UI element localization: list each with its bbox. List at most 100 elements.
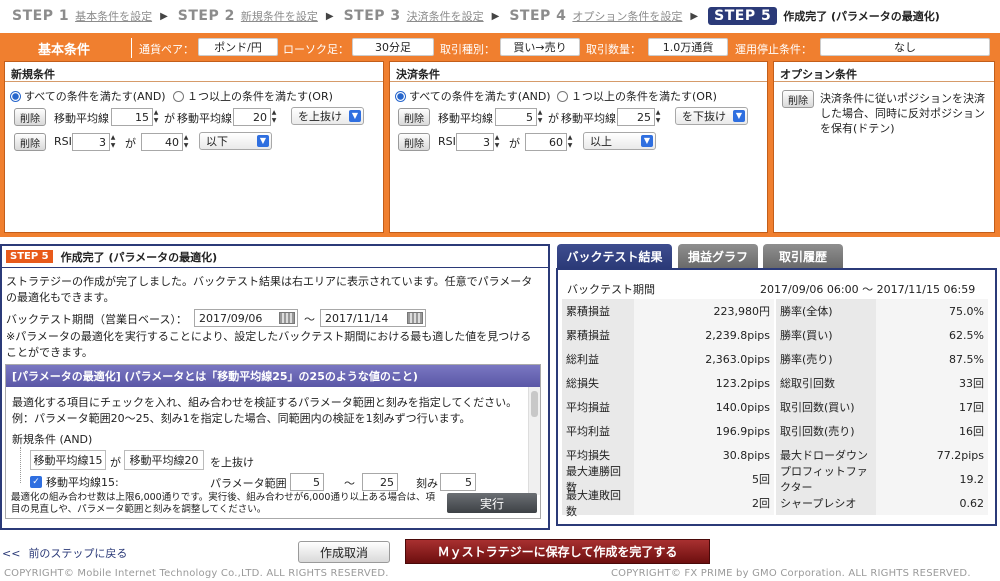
option-conditions-panel: オプション条件 bbox=[773, 61, 995, 233]
quantity-label: 取引数量： bbox=[586, 43, 641, 56]
quantity-value: 1.0万通貨 bbox=[648, 38, 728, 56]
currency-pair-value: ポンド/円 bbox=[198, 38, 278, 56]
tab-profit-graph[interactable]: 損益グラフ bbox=[678, 244, 758, 268]
spinner-icon[interactable]: ▲ ▼ bbox=[182, 134, 190, 150]
exit-row2-value1: 3 bbox=[483, 135, 490, 149]
result-value: 5回 bbox=[634, 467, 774, 491]
entry-row1-value1-input[interactable]: 15 ▲ ▼ bbox=[111, 108, 158, 126]
result-value: 0.62 bbox=[876, 491, 988, 515]
spinner-icon[interactable]: ▲ ▼ bbox=[493, 134, 501, 150]
entry-row1-delete-button[interactable]: 削除 bbox=[14, 108, 46, 126]
param-from-input[interactable]: 5 bbox=[290, 473, 324, 491]
back-link[interactable]: << 前のステップに戻る bbox=[2, 545, 127, 561]
period-to-input[interactable]: 2017/11/14 bbox=[320, 309, 426, 327]
entry-row1-condition-select[interactable]: を上抜け ▼ bbox=[291, 107, 364, 125]
entry-row1-indicator1: 移動平均線 bbox=[54, 112, 109, 125]
exit-row1-condition-select[interactable]: を下抜け ▼ bbox=[675, 107, 748, 125]
cancel-creation-button[interactable]: 作成取消 bbox=[298, 541, 390, 563]
entry-row1-value2-input[interactable]: 20 ▲ ▼ bbox=[233, 108, 276, 126]
period-from-input[interactable]: 2017/09/06 bbox=[194, 309, 298, 327]
option-conditions-title: オプション条件 bbox=[774, 62, 994, 82]
result-label: 累積損益 bbox=[562, 323, 634, 347]
exit-row1-value2-input[interactable]: 25 ▲ ▼ bbox=[617, 108, 660, 126]
step-3-label[interactable]: 決済条件を設定 bbox=[407, 8, 484, 24]
save-strategy-button[interactable]: Ｍｙストラテジーに保存して作成を完了する bbox=[405, 539, 710, 564]
radio-icon bbox=[173, 91, 184, 102]
spinner-icon[interactable]: ▲ ▼ bbox=[536, 109, 544, 125]
scrollbar-thumb[interactable] bbox=[531, 391, 538, 417]
optimization-condition: を上抜け bbox=[210, 456, 254, 469]
step-arrow-icon: ▶ bbox=[325, 10, 334, 22]
exit-row2-condition-select[interactable]: 以上 ▼ bbox=[583, 132, 656, 150]
result-label: 総取引回数 bbox=[776, 371, 876, 395]
spinner-icon[interactable]: ▲ ▼ bbox=[654, 109, 662, 125]
result-value: 196.9pips bbox=[634, 419, 774, 443]
period-to-value: 2017/11/14 bbox=[325, 311, 389, 325]
spinner-icon[interactable]: ▲ ▼ bbox=[270, 109, 278, 125]
checkbox-checked-icon[interactable]: ✓ bbox=[30, 476, 42, 488]
basic-conditions-title: 基本条件 bbox=[37, 42, 90, 58]
spinner-icon[interactable]: ▲ ▼ bbox=[152, 109, 160, 125]
entry-row1-value2: 20 bbox=[253, 110, 267, 124]
entry-row2-delete-button[interactable]: 削除 bbox=[14, 133, 46, 151]
tab-backtest-results[interactable]: バックテスト結果 bbox=[557, 244, 672, 268]
result-label: 総損失 bbox=[562, 371, 634, 395]
calendar-icon[interactable] bbox=[279, 312, 295, 324]
step-arrow-icon: ▶ bbox=[160, 10, 168, 22]
entry-row2-value1: 3 bbox=[99, 135, 106, 149]
optimization-check-label: 移動平均線15: bbox=[46, 476, 119, 489]
step-2-label[interactable]: 新規条件を設定 bbox=[241, 8, 318, 24]
tab-trade-history[interactable]: 取引履歴 bbox=[763, 244, 843, 268]
result-row: 最大連敗回数 2回 シャープレシオ 0.62 bbox=[562, 489, 988, 518]
exit-row1-delete-button[interactable]: 削除 bbox=[398, 108, 430, 126]
entry-or-radio[interactable]: １つ以上の条件を満たす(OR) bbox=[173, 88, 333, 104]
result-label: 平均損益 bbox=[562, 395, 634, 419]
exit-row1-value1-input[interactable]: 5 ▲ ▼ bbox=[495, 108, 542, 126]
step-4-label[interactable]: オプション条件を設定 bbox=[572, 8, 682, 24]
param-to-input[interactable]: 25 bbox=[362, 473, 398, 491]
option-delete-button[interactable]: 削除 bbox=[782, 90, 814, 108]
result-value: 2回 bbox=[634, 491, 774, 515]
result-row: 平均利益 196.9pips 取引回数(売り) 16回 bbox=[562, 419, 988, 443]
exit-row2-value2-input[interactable]: 60 ▲ ▼ bbox=[525, 133, 572, 151]
tree-line bbox=[20, 447, 21, 483]
exit-and-radio[interactable]: すべての条件を満たす(AND) bbox=[395, 88, 551, 104]
spinner-icon[interactable]: ▲ ▼ bbox=[566, 134, 574, 150]
copyright-right: COPYRIGHT© FX PRIME by GMO Corporation. … bbox=[611, 568, 971, 579]
calendar-icon[interactable] bbox=[407, 312, 423, 324]
result-row: 累積損益 223,980円 勝率(全体) 75.0% bbox=[562, 299, 988, 323]
entry-row2-condition: 以下 bbox=[206, 135, 228, 148]
result-label: 勝率(買い) bbox=[776, 323, 876, 347]
exit-row2-delete-button[interactable]: 削除 bbox=[398, 133, 430, 151]
entry-row2-value1-input[interactable]: 3 ▲ ▼ bbox=[72, 133, 115, 151]
exit-row1-indicator1: 移動平均線 bbox=[438, 112, 493, 125]
candle-label: ローソク足： bbox=[283, 43, 349, 56]
result-value: 17回 bbox=[876, 395, 988, 419]
entry-and-radio[interactable]: すべての条件を満たす(AND) bbox=[10, 88, 166, 104]
back-link-label[interactable]: 前のステップに戻る bbox=[28, 545, 127, 561]
step-2[interactable]: STEP 2 新規条件を設定 bbox=[178, 8, 318, 24]
run-optimization-button[interactable]: 実行 bbox=[447, 493, 537, 513]
optimization-indicator1: 移動平均線15 bbox=[30, 450, 106, 470]
result-value: 140.0pips bbox=[634, 395, 774, 419]
spinner-icon[interactable]: ▲ ▼ bbox=[109, 134, 117, 150]
result-label: 累積損益 bbox=[562, 299, 634, 323]
result-label: 勝率(売り) bbox=[776, 347, 876, 371]
optimize-note: ※パラメータの最適化を実行することにより、設定したバックテスト期間における最も適… bbox=[6, 330, 532, 359]
entry-conditions-title: 新規条件 bbox=[5, 62, 383, 82]
param-step-input[interactable]: 5 bbox=[440, 473, 476, 491]
chevron-down-icon: ▼ bbox=[257, 135, 269, 147]
exit-row2-value1-input[interactable]: 3 ▲ ▼ bbox=[456, 133, 499, 151]
param-from-value: 5 bbox=[313, 475, 320, 489]
exit-or-radio[interactable]: １つ以上の条件を満たす(OR) bbox=[557, 88, 717, 104]
optimization-checkbox-row[interactable]: ✓ 移動平均線15: bbox=[30, 474, 119, 490]
entry-row2-value2-input[interactable]: 40 ▲ ▼ bbox=[141, 133, 188, 151]
result-label: シャープレシオ bbox=[776, 491, 876, 515]
step-3[interactable]: STEP 3 決済条件を設定 bbox=[344, 8, 484, 24]
result-label: 平均利益 bbox=[562, 419, 634, 443]
step-4[interactable]: STEP 4 オプション条件を設定 bbox=[509, 8, 682, 24]
copyright-left: COPYRIGHT© Mobile Internet Technology Co… bbox=[4, 568, 389, 579]
step-1[interactable]: STEP 1 基本条件を設定 bbox=[12, 8, 152, 24]
entry-row2-condition-select[interactable]: 以下 ▼ bbox=[199, 132, 272, 150]
step-1-label[interactable]: 基本条件を設定 bbox=[75, 8, 152, 24]
